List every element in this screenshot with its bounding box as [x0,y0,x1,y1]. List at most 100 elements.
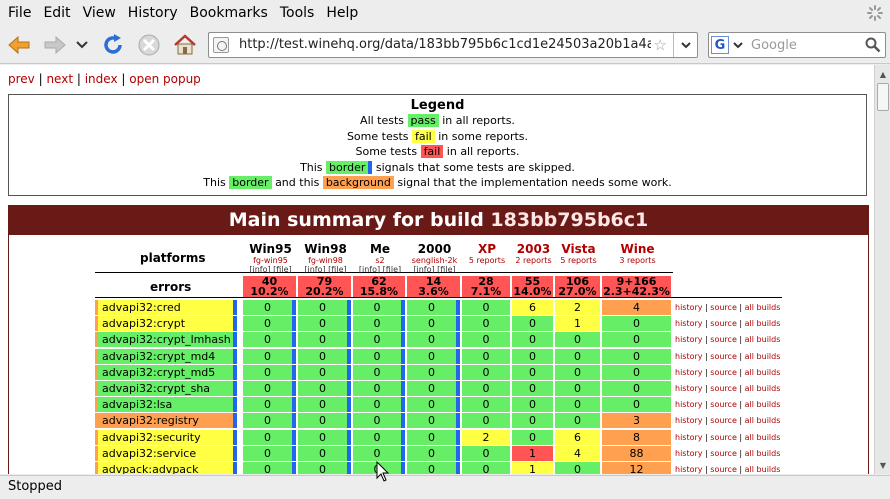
result-cell[interactable]: 0 [462,381,510,396]
result-cell[interactable]: 0 [602,316,671,332]
result-cell[interactable]: 12 [602,462,671,474]
all-builds-link[interactable]: all builds [745,303,781,312]
result-cell[interactable]: 0 [512,381,553,396]
result-cell[interactable]: 0 [407,429,460,445]
all-builds-link[interactable]: all builds [745,368,781,377]
index-link[interactable]: index [85,72,118,86]
result-cell[interactable]: 0 [298,429,351,445]
source-link[interactable]: source [710,368,737,377]
result-cell[interactable]: 1 [512,445,553,461]
history-link[interactable]: history [675,352,703,361]
history-link[interactable]: history [675,465,703,474]
result-cell[interactable]: 0 [512,316,553,332]
result-cell[interactable]: 0 [407,381,460,396]
result-cell[interactable]: 0 [407,364,460,380]
result-cell[interactable]: 0 [512,429,553,445]
menu-edit[interactable]: Edit [37,5,76,21]
result-cell[interactable]: 0 [555,462,600,474]
result-cell[interactable]: 0 [298,462,351,474]
result-cell[interactable]: 0 [243,429,296,445]
result-cell[interactable]: 0 [407,445,460,461]
source-link[interactable]: source [710,449,737,458]
result-cell[interactable]: 0 [298,397,351,413]
vertical-scrollbar[interactable]: ▲ ▼ [874,65,890,474]
result-cell[interactable]: 0 [462,413,510,429]
url-text[interactable]: http://test.winehq.org/data/183bb795b6c1… [239,37,651,52]
url-bar[interactable]: http://test.winehq.org/data/183bb795b6c1… [208,32,698,58]
source-link[interactable]: source [710,303,737,312]
test-name[interactable]: advapi32:crypt_sha [95,381,237,396]
platform-sub[interactable]: fg-win95 [243,256,298,265]
result-cell[interactable]: 3 [602,413,671,429]
all-builds-link[interactable]: all builds [745,433,781,442]
history-link[interactable]: history [675,416,703,425]
result-cell[interactable]: 0 [462,397,510,413]
result-cell[interactable]: 0 [243,332,296,348]
result-cell[interactable]: 2 [555,300,600,315]
history-link[interactable]: history [675,303,703,312]
search-engine-selector[interactable]: G [711,35,747,55]
result-cell[interactable]: 0 [298,348,351,364]
result-cell[interactable]: 0 [243,445,296,461]
history-link[interactable]: history [675,368,703,377]
result-cell[interactable]: 0 [555,364,600,380]
site-identity-icon[interactable] [213,37,229,53]
test-name[interactable]: advapi32:registry [95,413,237,429]
search-bar[interactable]: G Google [708,32,886,58]
history-dropdown-button[interactable] [70,30,94,60]
source-link[interactable]: source [710,465,737,474]
result-cell[interactable]: 0 [407,300,460,315]
result-cell[interactable]: 1 [512,462,553,474]
result-cell[interactable]: 0 [512,397,553,413]
test-name[interactable]: advapi32:lsa [95,397,237,413]
result-cell[interactable]: 0 [407,413,460,429]
result-cell[interactable]: 0 [555,413,600,429]
prev-link[interactable]: prev [8,72,35,86]
result-cell[interactable]: 0 [555,397,600,413]
result-cell[interactable]: 0 [298,445,351,461]
result-cell[interactable]: 0 [353,381,405,396]
source-link[interactable]: source [710,416,737,425]
menu-tools[interactable]: Tools [274,5,321,21]
platform-sub[interactable]: 2 reports [512,256,555,265]
result-cell[interactable]: 0 [555,381,600,396]
result-cell[interactable]: 0 [462,364,510,380]
all-builds-link[interactable]: all builds [745,352,781,361]
result-cell[interactable]: 0 [243,364,296,380]
test-name[interactable]: advapi32:crypt_md5 [95,364,237,380]
result-cell[interactable]: 0 [243,381,296,396]
all-builds-link[interactable]: all builds [745,384,781,393]
test-name[interactable]: advpack:advpack [95,462,237,474]
result-cell[interactable]: 0 [353,445,405,461]
result-cell[interactable]: 0 [298,413,351,429]
result-cell[interactable]: 0 [243,300,296,315]
result-cell[interactable]: 0 [353,413,405,429]
scroll-down-arrow-icon[interactable]: ▼ [876,458,890,472]
history-link[interactable]: history [675,400,703,409]
history-link[interactable]: history [675,384,703,393]
result-cell[interactable]: 0 [512,348,553,364]
search-input[interactable]: Google [751,38,797,53]
result-cell[interactable]: 0 [298,316,351,332]
result-cell[interactable]: 0 [602,397,671,413]
result-cell[interactable]: 0 [462,348,510,364]
result-cell[interactable]: 0 [407,348,460,364]
result-cell[interactable]: 0 [243,397,296,413]
all-builds-link[interactable]: all builds [745,465,781,474]
result-cell[interactable]: 0 [555,332,600,348]
result-cell[interactable]: 0 [407,397,460,413]
result-cell[interactable]: 0 [353,332,405,348]
result-cell[interactable]: 0 [462,316,510,332]
result-cell[interactable]: 0 [298,300,351,315]
all-builds-link[interactable]: all builds [745,400,781,409]
platform-sub[interactable]: 3 reports [602,256,673,265]
test-name[interactable]: advapi32:service [95,445,237,461]
result-cell[interactable]: 4 [555,445,600,461]
result-cell[interactable]: 0 [298,364,351,380]
result-cell[interactable]: 0 [353,348,405,364]
result-cell[interactable]: 0 [462,300,510,315]
result-cell[interactable]: 0 [602,332,671,348]
platform-info-links[interactable]: [info] [file] [298,265,353,274]
all-builds-link[interactable]: all builds [745,319,781,328]
all-builds-link[interactable]: all builds [745,416,781,425]
